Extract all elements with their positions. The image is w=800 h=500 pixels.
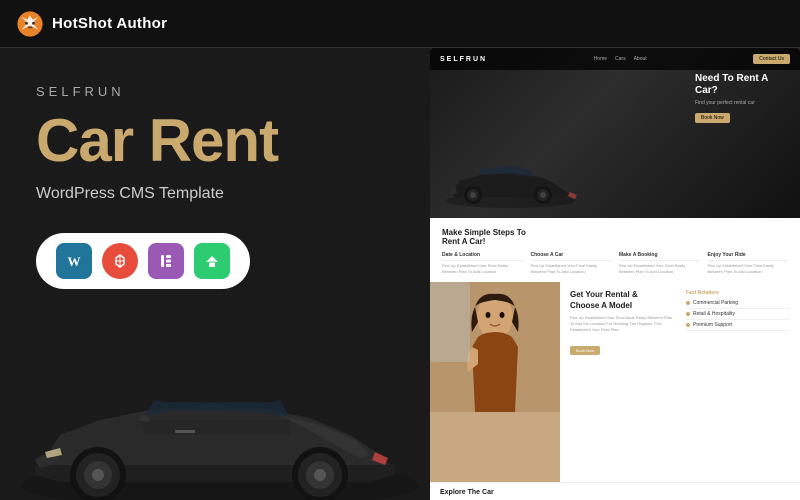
elementor-icon bbox=[155, 250, 177, 272]
preview-car-hero bbox=[435, 143, 585, 208]
preview-step-3: Make A Booking Pick Up Established Your … bbox=[619, 252, 700, 274]
preview-rental-text: Pick Up Established Your Final Adult Eas… bbox=[570, 315, 674, 333]
top-bar: HotShot Author bbox=[0, 0, 800, 48]
preview-step-2-text: Pick Up Established Your Final Easily Be… bbox=[531, 263, 612, 274]
preview-nav-link-about: About bbox=[634, 56, 647, 62]
elementor-badge bbox=[148, 243, 184, 279]
preview-nav-link-cars: Cars bbox=[615, 56, 626, 62]
preview-step-1: Date & Location Pick Up Established Your… bbox=[442, 252, 523, 274]
preview-steps-section: Make Simple Steps ToRent A Car! Date & L… bbox=[430, 218, 800, 282]
preview-bottom: Get Your Rental &Choose A Model Pick Up … bbox=[430, 282, 800, 482]
subtitle: SELFRUN bbox=[36, 84, 394, 99]
main-title: Car Rent bbox=[36, 111, 394, 171]
preview-nav-btn: Contact Us bbox=[753, 54, 790, 64]
main-content: SELFRUN Car Rent WordPress CMS Template … bbox=[0, 48, 800, 500]
preview-step-1-text: Pick Up Established Your Final Easily Be… bbox=[442, 263, 523, 274]
preview-feature-1: Commercial Parking bbox=[686, 300, 790, 309]
brand-logo: HotShot Author bbox=[16, 10, 167, 38]
preview-hero-title: Need To Rent A Car? bbox=[695, 73, 785, 97]
svg-text:W: W bbox=[68, 254, 81, 269]
preview-step-2: Choose A Car Pick Up Established Your Fi… bbox=[531, 252, 612, 274]
preview-features: Commercial Parking Retail & Hospitality … bbox=[686, 300, 790, 331]
preview-container: SELFRUN Home Cars About Contact Us Need … bbox=[430, 48, 800, 500]
preview-rental-btn: Book Now bbox=[570, 346, 600, 355]
preview-step-2-title: Choose A Car bbox=[531, 252, 612, 261]
ultimate-icon bbox=[201, 250, 223, 272]
preview-steps-heading: Make Simple Steps ToRent A Car! bbox=[442, 228, 788, 246]
preview-hero-btn: Book Now bbox=[695, 113, 730, 123]
brand-name: HotShot Author bbox=[52, 15, 167, 32]
preview-nav-links: Home Cars About bbox=[594, 56, 647, 62]
preview-hero-subtitle: Find your perfect rental car bbox=[695, 100, 785, 106]
quix-badge bbox=[102, 243, 138, 279]
ultimate-badge bbox=[194, 243, 230, 279]
preview-features-heading: Fast Retailers bbox=[686, 290, 790, 296]
preview-hero: SELFRUN Home Cars About Contact Us Need … bbox=[430, 48, 800, 218]
preview-nav-logo: SELFRUN bbox=[440, 56, 487, 63]
fox-icon bbox=[16, 10, 44, 38]
tech-badges: W bbox=[36, 233, 250, 289]
car-image bbox=[0, 290, 490, 500]
preview-step-4-text: Pick Up Established Your Final Easily Be… bbox=[708, 263, 789, 274]
preview-feature-2: Retail & Hospitality bbox=[686, 311, 790, 320]
preview-nav: SELFRUN Home Cars About Contact Us bbox=[430, 48, 800, 70]
wordpress-badge: W bbox=[56, 243, 92, 279]
preview-explore-section: Explore The Car bbox=[430, 482, 800, 500]
quix-icon bbox=[109, 250, 131, 272]
preview-step-4: Enjoy Your Ride Pick Up Established Your… bbox=[708, 252, 789, 274]
preview-explore-title: Explore The Car bbox=[440, 489, 790, 496]
left-panel: SELFRUN Car Rent WordPress CMS Template … bbox=[0, 48, 430, 500]
preview-steps: Date & Location Pick Up Established Your… bbox=[442, 252, 788, 274]
car-svg bbox=[0, 290, 480, 500]
wordpress-icon: W bbox=[63, 250, 85, 272]
template-type: WordPress CMS Template bbox=[36, 185, 394, 203]
preview-step-3-text: Pick Up Established Your Final Easily Be… bbox=[619, 263, 700, 274]
preview-step-1-title: Date & Location bbox=[442, 252, 523, 261]
right-panel: SELFRUN Home Cars About Contact Us Need … bbox=[430, 48, 800, 500]
woman-svg bbox=[430, 282, 560, 412]
preview-woman-image bbox=[430, 282, 560, 482]
preview-feature-3: Premium Support bbox=[686, 322, 790, 331]
preview-rental-title: Get Your Rental &Choose A Model bbox=[570, 290, 674, 311]
preview-step-4-title: Enjoy Your Ride bbox=[708, 252, 789, 261]
preview-step-3-title: Make A Booking bbox=[619, 252, 700, 261]
preview-right-content: Get Your Rental &Choose A Model Pick Up … bbox=[560, 282, 800, 482]
preview-hero-text: Need To Rent A Car? Find your perfect re… bbox=[695, 73, 785, 124]
preview-nav-link-home: Home bbox=[594, 56, 607, 62]
